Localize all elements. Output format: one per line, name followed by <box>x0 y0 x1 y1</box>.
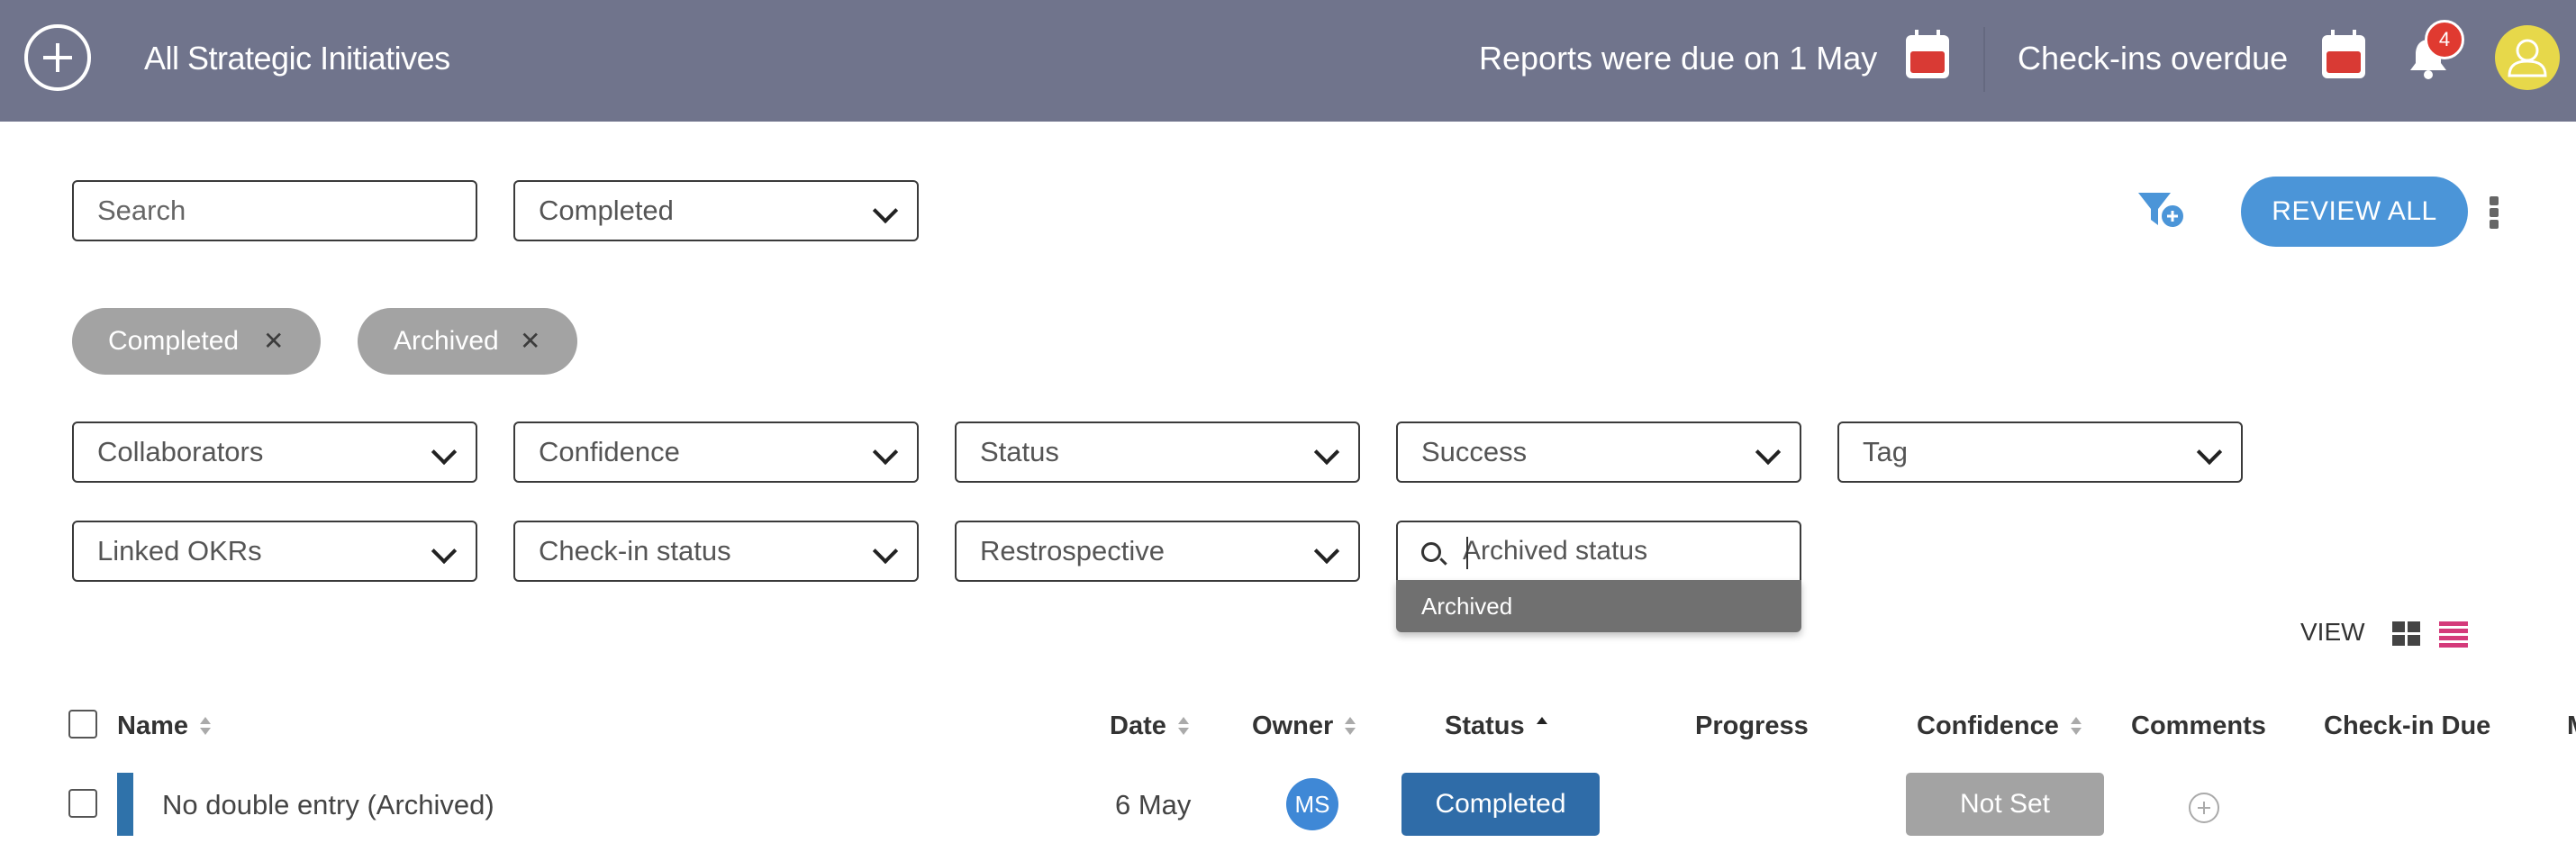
column-label: Confidence <box>1917 711 2059 740</box>
list-view-icon[interactable] <box>2439 621 2468 648</box>
confidence-select[interactable]: Confidence <box>513 421 919 483</box>
page-title: All Strategic Initiatives <box>144 40 450 77</box>
search-input[interactable]: Search <box>72 180 477 241</box>
column-header-progress: Progress <box>1695 711 1809 741</box>
row-date: 6 May <box>1115 789 1192 820</box>
checkin-status-label: Check-in status <box>539 535 731 566</box>
sort-asc-icon <box>1536 717 1548 737</box>
chevron-down-icon <box>431 540 456 566</box>
column-label: Name <box>117 711 188 740</box>
row-color-bar <box>117 773 133 836</box>
add-comment-icon[interactable] <box>2189 793 2219 823</box>
sort-icon <box>1344 717 1356 737</box>
linked-okrs-label: Linked OKRs <box>97 535 262 566</box>
checkin-status-select[interactable]: Check-in status <box>513 521 919 582</box>
review-all-button[interactable]: REVIEW ALL <box>2241 177 2468 247</box>
column-header-confidence[interactable]: Confidence <box>1917 711 2082 741</box>
column-label: Progress <box>1695 711 1809 740</box>
chip-label: Archived <box>394 326 499 356</box>
chevron-down-icon <box>872 200 897 225</box>
archived-status-search-input[interactable]: Archived status <box>1396 521 1801 582</box>
row-name[interactable]: No double entry (Archived) <box>162 789 494 821</box>
chevron-down-icon <box>1313 540 1338 566</box>
filter-chip-archived: Archived ✕ <box>358 308 577 375</box>
calendar-icon[interactable] <box>2322 30 2365 78</box>
view-label: VIEW <box>2300 618 2365 646</box>
tag-select[interactable]: Tag <box>1837 421 2243 483</box>
owner-avatar[interactable]: MS <box>1286 778 1338 830</box>
row-checkbox[interactable] <box>68 789 97 818</box>
status-filter-value: Completed <box>539 195 674 226</box>
success-select[interactable]: Success <box>1396 421 1801 483</box>
archived-status-placeholder: Archived status <box>1463 536 1648 566</box>
close-icon[interactable]: ✕ <box>263 308 284 375</box>
column-label: Check-in Due <box>2324 711 2491 740</box>
column-label: M <box>2567 711 2576 740</box>
text-caret <box>1466 537 1468 569</box>
collaborators-select[interactable]: Collaborators <box>72 421 477 483</box>
header-divider <box>1983 27 1985 92</box>
chevron-down-icon <box>1755 441 1780 467</box>
chevron-down-icon <box>872 540 897 566</box>
column-header-comments: Comments <box>2131 711 2266 741</box>
chevron-down-icon <box>2196 441 2221 467</box>
tag-label: Tag <box>1863 436 1908 467</box>
success-label: Success <box>1421 436 1528 467</box>
user-avatar[interactable] <box>2495 25 2560 90</box>
search-icon <box>1421 542 1441 562</box>
linked-okrs-select[interactable]: Linked OKRs <box>72 521 477 582</box>
status-select[interactable]: Status <box>955 421 1360 483</box>
sort-icon <box>199 717 212 737</box>
add-filter-icon[interactable] <box>2136 189 2187 232</box>
collaborators-label: Collaborators <box>97 436 264 467</box>
retrospective-label: Restrospective <box>980 535 1166 566</box>
status-filter-select[interactable]: Completed <box>513 180 919 241</box>
confidence-badge[interactable]: Not Set <box>1906 773 2104 836</box>
reports-due-notice[interactable]: Reports were due on 1 May <box>1479 40 1877 77</box>
chip-label: Completed <box>108 326 240 356</box>
add-initiative-icon[interactable] <box>24 24 91 91</box>
grid-view-icon[interactable] <box>2392 621 2421 647</box>
column-header-name[interactable]: Name <box>117 711 212 741</box>
sort-icon <box>2070 717 2082 737</box>
column-header-more: M <box>2567 711 2576 741</box>
column-header-owner[interactable]: Owner <box>1252 711 1356 741</box>
column-label: Comments <box>2131 711 2266 740</box>
chevron-down-icon <box>1313 441 1338 467</box>
confidence-label: Confidence <box>539 436 680 467</box>
column-label: Date <box>1110 711 1166 740</box>
status-badge[interactable]: Completed <box>1401 773 1600 836</box>
chevron-down-icon <box>431 441 456 467</box>
retrospective-select[interactable]: Restrospective <box>955 521 1360 582</box>
column-header-date[interactable]: Date <box>1110 711 1190 741</box>
archived-option[interactable]: Archived <box>1396 580 1801 632</box>
select-all-checkbox[interactable] <box>68 710 97 739</box>
sort-icon <box>1177 717 1190 737</box>
notification-count-badge[interactable]: 4 <box>2425 20 2464 59</box>
filter-chip-completed: Completed ✕ <box>72 308 321 375</box>
checkins-overdue-notice[interactable]: Check-ins overdue <box>2018 40 2288 77</box>
more-options-icon[interactable] <box>2490 196 2500 229</box>
status-label: Status <box>980 436 1059 467</box>
column-header-checkin-due: Check-in Due <box>2324 711 2490 741</box>
chevron-down-icon <box>872 441 897 467</box>
top-bar: All Strategic Initiatives Reports were d… <box>0 0 2576 122</box>
close-icon[interactable]: ✕ <box>520 308 540 375</box>
column-label: Owner <box>1252 711 1334 740</box>
calendar-icon[interactable] <box>1906 30 1949 78</box>
column-header-status[interactable]: Status <box>1445 711 1548 741</box>
column-label: Status <box>1445 711 1525 740</box>
